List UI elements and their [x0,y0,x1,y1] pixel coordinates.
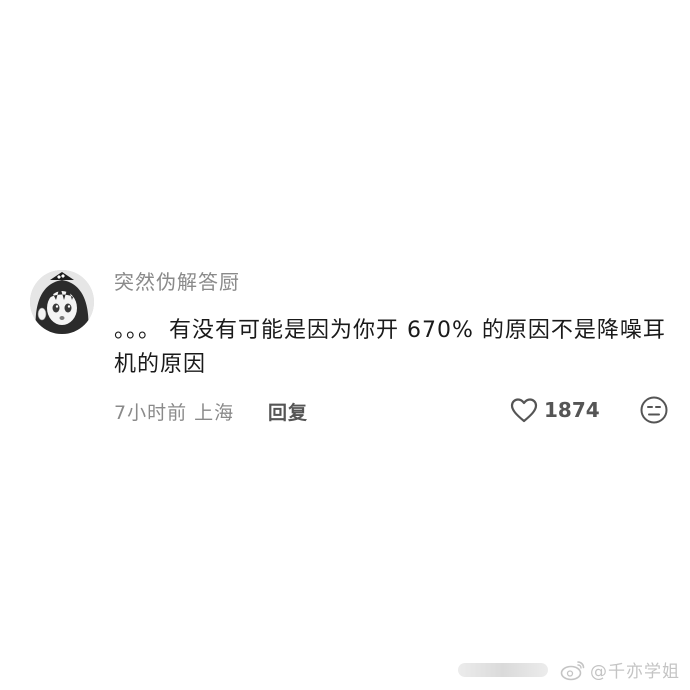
weibo-logo-icon [560,660,585,680]
watermark: @千亦学姐 [458,657,680,682]
neutral-face-icon [640,396,668,424]
like-button[interactable]: 1874 [510,394,600,426]
heart-outline-icon [510,398,538,423]
watermark-text: @千亦学姐 [590,662,680,682]
user-avatar[interactable] [30,270,94,334]
anime-avatar-icon [30,270,94,334]
watermark-blur [458,662,548,677]
username[interactable]: 突然伪解答厨 [114,268,670,296]
reply-button[interactable]: 回复 [268,398,308,425]
comment-meta: 7小时前 上海 回复 1874 [114,394,670,426]
like-count: 1874 [544,398,600,422]
comment-body: 突然伪解答厨 。。。 有没有可能是因为你开 670% 的原因不是降噪耳机的原因 … [114,268,670,424]
time-location: 7小时前 上海 [114,402,235,424]
emoji-reaction-button[interactable] [638,394,670,426]
comment-text: 。。。 有没有可能是因为你开 670% 的原因不是降噪耳机的原因 [114,318,666,377]
